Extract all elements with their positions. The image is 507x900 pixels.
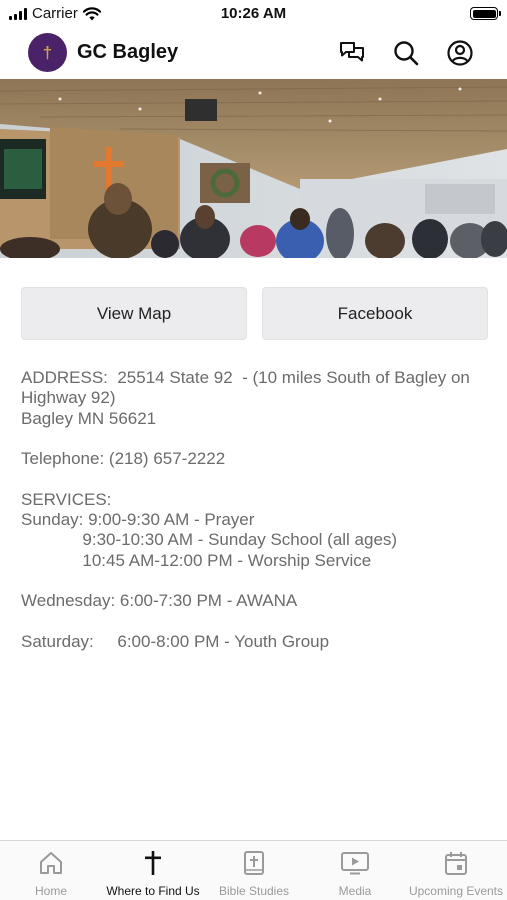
- location-info: ADDRESS: 25514 State 92 - (10 miles Sout…: [21, 368, 491, 652]
- calendar-icon: [405, 850, 507, 878]
- logo-cross-glyph: †: [42, 42, 53, 62]
- tab-bible-studies[interactable]: Bible Studies: [203, 841, 305, 900]
- app-logo[interactable]: †: [28, 33, 67, 72]
- address-line: Highway 92): [21, 388, 116, 408]
- view-map-button[interactable]: View Map: [21, 287, 247, 340]
- bible-icon: [203, 850, 305, 878]
- cross-icon: [102, 850, 204, 878]
- telephone-text: Telephone: (218) 657-2222: [21, 449, 226, 469]
- tab-label: Upcoming Events: [408, 884, 504, 898]
- address-line: ADDRESS: 25514 State 92 - (10 miles Sout…: [21, 368, 470, 387]
- service-line: Saturday: 6:00-8:00 PM - Youth Group: [21, 631, 330, 651]
- app-title: GC Bagley: [77, 41, 179, 63]
- status-bar: Carrier 10:26 AM: [0, 0, 507, 28]
- service-line: 10:45 AM-12:00 PM - Worship Service: [21, 550, 372, 570]
- status-time: 10:26 AM: [220, 5, 287, 22]
- address-line: Bagley MN 56621: [21, 408, 157, 428]
- home-icon: [0, 850, 102, 878]
- services-heading: SERVICES:: [21, 489, 112, 509]
- media-icon: [304, 850, 406, 878]
- facebook-button[interactable]: Facebook: [262, 287, 488, 340]
- service-line: Sunday: 9:00-9:30 AM - Prayer: [21, 510, 255, 530]
- account-icon[interactable]: [446, 39, 474, 67]
- app-header: † GC Bagley: [0, 28, 507, 79]
- tab-media[interactable]: Media: [304, 841, 406, 900]
- tab-home[interactable]: Home: [0, 841, 102, 900]
- battery-icon: [470, 7, 501, 20]
- tab-upcoming-events[interactable]: Upcoming Events: [405, 841, 507, 900]
- hero-image: [0, 79, 507, 258]
- service-line: 9:30-10:30 AM - Sunday School (all ages): [21, 530, 398, 550]
- chat-icon[interactable]: [338, 39, 366, 67]
- tab-where-to-find-us[interactable]: Where to Find Us: [102, 841, 204, 900]
- tab-bar: Home Where to Find Us Bible Studies Medi…: [0, 840, 507, 900]
- service-line: Wednesday: 6:00-7:30 PM - AWANA: [21, 591, 298, 611]
- search-icon[interactable]: [392, 39, 420, 67]
